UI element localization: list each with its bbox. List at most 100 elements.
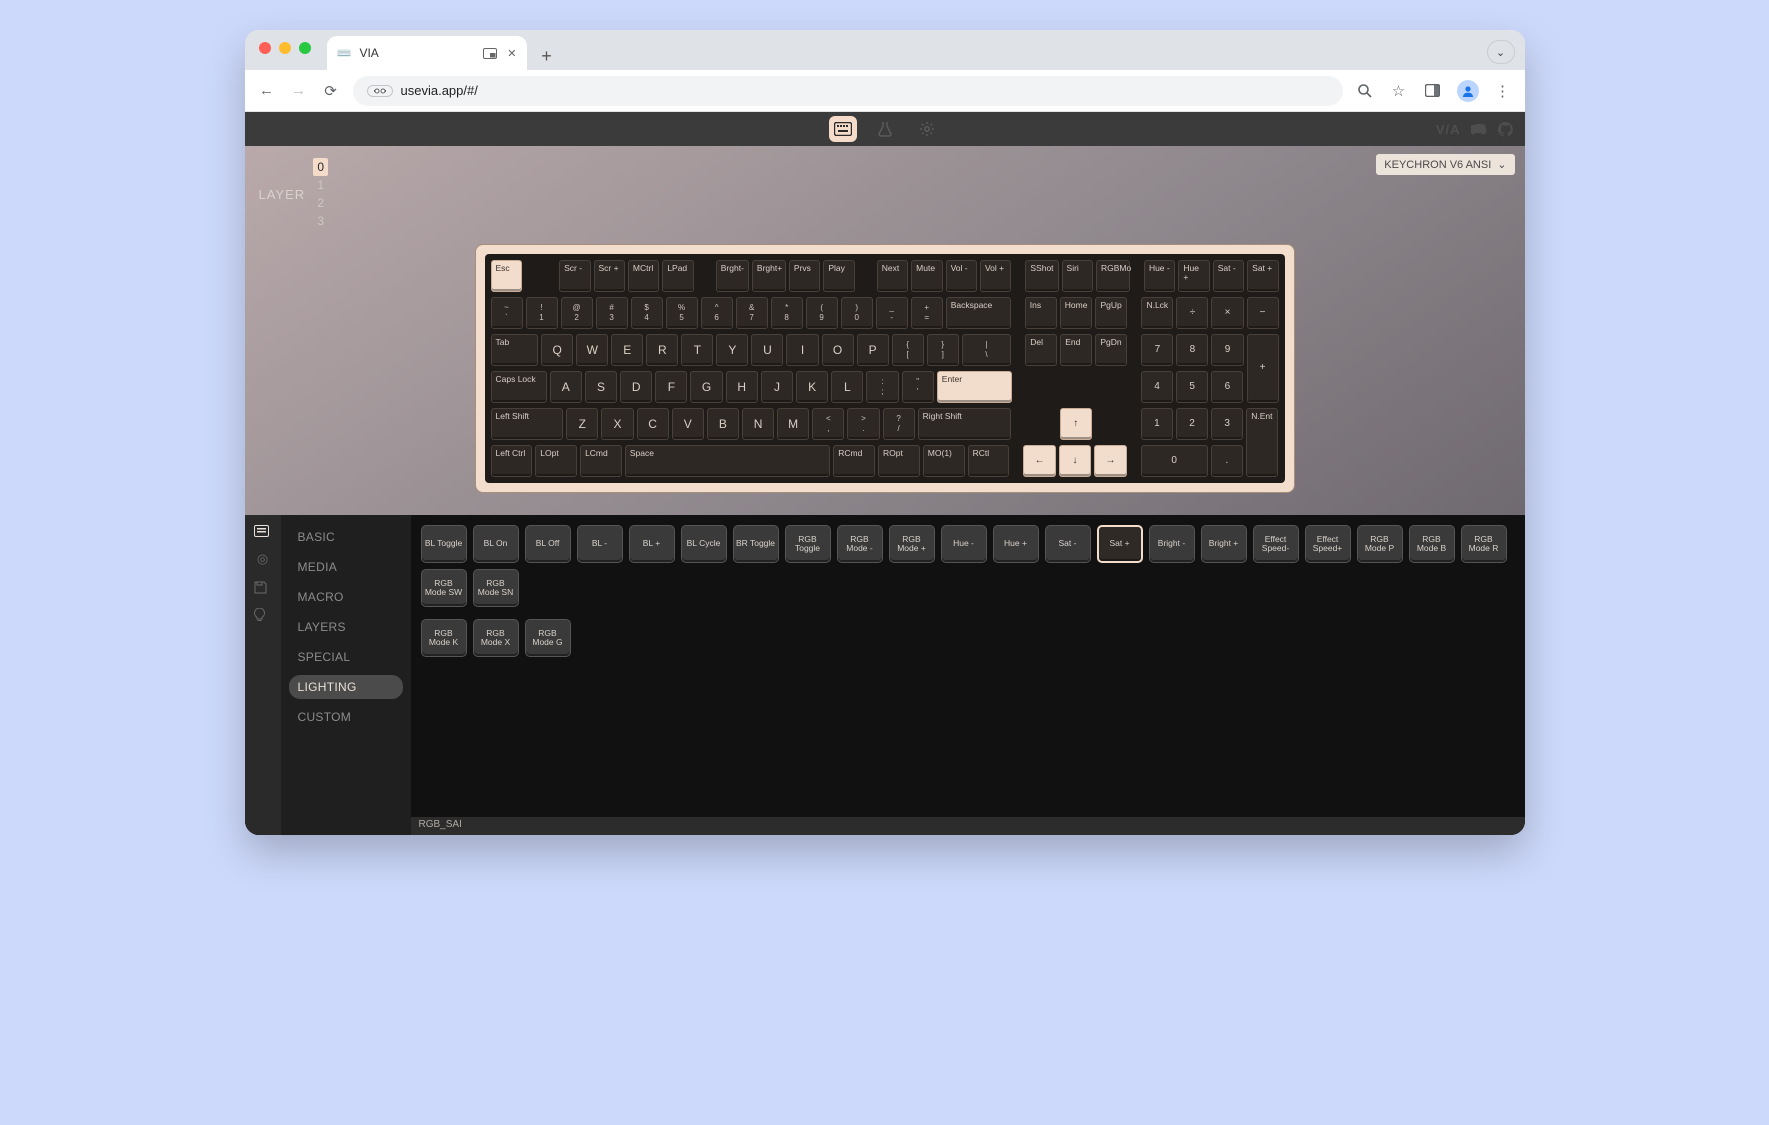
key-lpad[interactable]: LPad bbox=[662, 260, 693, 292]
zoom-icon[interactable] bbox=[1355, 81, 1375, 101]
key-s[interactable]: S bbox=[585, 371, 617, 403]
key-backspace[interactable]: Backspace bbox=[946, 297, 1011, 329]
discord-icon[interactable] bbox=[1471, 123, 1488, 136]
keycode-hue-[interactable]: Hue - bbox=[941, 525, 987, 563]
key-2[interactable]: 2 bbox=[1176, 408, 1208, 440]
keycode-bl-[interactable]: BL - bbox=[577, 525, 623, 563]
key-ropt[interactable]: ROpt bbox=[878, 445, 920, 477]
category-lighting[interactable]: LIGHTING bbox=[289, 675, 403, 699]
key-home[interactable]: Home bbox=[1060, 297, 1093, 329]
key-x[interactable]: X bbox=[601, 408, 633, 440]
key--[interactable]: × bbox=[1211, 297, 1243, 329]
category-custom[interactable]: CUSTOM bbox=[289, 705, 403, 729]
key-8[interactable]: *8 bbox=[771, 297, 803, 329]
category-basic[interactable]: BASIC bbox=[289, 525, 403, 549]
key-j[interactable]: J bbox=[761, 371, 793, 403]
key--[interactable]: :; bbox=[866, 371, 898, 403]
key--[interactable]: _- bbox=[876, 297, 908, 329]
category-layers[interactable]: LAYERS bbox=[289, 615, 403, 639]
key-0[interactable]: )0 bbox=[841, 297, 873, 329]
key-q[interactable]: Q bbox=[541, 334, 573, 366]
key-4[interactable]: $4 bbox=[631, 297, 663, 329]
key-scr-[interactable]: Scr + bbox=[594, 260, 625, 292]
key-rctl[interactable]: RCtl bbox=[968, 445, 1010, 477]
key-k[interactable]: K bbox=[796, 371, 828, 403]
keycode-rgb-mode-sn[interactable]: RGB Mode SN bbox=[473, 569, 519, 607]
key-pgup[interactable]: PgUp bbox=[1095, 297, 1127, 329]
keycode-rgb-mode-[interactable]: RGB Mode + bbox=[889, 525, 935, 563]
key--[interactable]: ↑ bbox=[1060, 408, 1092, 440]
key-sshot[interactable]: SShot bbox=[1025, 260, 1058, 292]
keycode-rgb-mode-g[interactable]: RGB Mode G bbox=[525, 619, 571, 657]
key--[interactable]: ← bbox=[1023, 445, 1055, 477]
key--[interactable]: ?/ bbox=[883, 408, 915, 440]
key--[interactable]: {[ bbox=[892, 334, 924, 366]
key-mo-1-[interactable]: MO(1) bbox=[923, 445, 965, 477]
category-media[interactable]: MEDIA bbox=[289, 555, 403, 579]
key-lopt[interactable]: LOpt bbox=[535, 445, 577, 477]
key-mctrl[interactable]: MCtrl bbox=[628, 260, 659, 292]
maximize-window-button[interactable] bbox=[299, 42, 311, 54]
key-caps-lock[interactable]: Caps Lock bbox=[491, 371, 547, 403]
keycode-bright-[interactable]: Bright - bbox=[1149, 525, 1195, 563]
keycode-br-toggle[interactable]: BR Toggle bbox=[733, 525, 779, 563]
key-vol-[interactable]: Vol + bbox=[980, 260, 1011, 292]
key-mute[interactable]: Mute bbox=[911, 260, 942, 292]
profile-avatar[interactable] bbox=[1457, 80, 1479, 102]
key-z[interactable]: Z bbox=[566, 408, 598, 440]
lighting-rail-icon[interactable] bbox=[254, 608, 272, 623]
key-2[interactable]: @2 bbox=[561, 297, 593, 329]
keycode-rgb-toggle[interactable]: RGB Toggle bbox=[785, 525, 831, 563]
category-macro[interactable]: MACRO bbox=[289, 585, 403, 609]
key-3[interactable]: 3 bbox=[1211, 408, 1243, 440]
key-6[interactable]: ^6 bbox=[701, 297, 733, 329]
keycode-effect-speed-[interactable]: Effect Speed+ bbox=[1305, 525, 1351, 563]
key--[interactable]: <, bbox=[812, 408, 844, 440]
key-prvs[interactable]: Prvs bbox=[789, 260, 820, 292]
close-tab-icon[interactable]: ✕ bbox=[507, 47, 516, 60]
key-o[interactable]: O bbox=[822, 334, 854, 366]
save-rail-icon[interactable] bbox=[254, 581, 272, 594]
test-tab-icon[interactable] bbox=[871, 116, 899, 142]
kebab-menu-icon[interactable]: ⋮ bbox=[1493, 81, 1513, 101]
layer-3[interactable]: 3 bbox=[313, 212, 328, 230]
settings-tab-icon[interactable] bbox=[913, 116, 941, 142]
pip-icon[interactable] bbox=[483, 48, 497, 59]
key-y[interactable]: Y bbox=[716, 334, 748, 366]
keycode-effect-speed-[interactable]: Effect Speed- bbox=[1253, 525, 1299, 563]
key--[interactable]: − bbox=[1247, 297, 1279, 329]
back-button[interactable]: ← bbox=[257, 81, 277, 101]
bookmark-icon[interactable]: ☆ bbox=[1389, 81, 1409, 101]
key-g[interactable]: G bbox=[690, 371, 722, 403]
keycode-bl-[interactable]: BL + bbox=[629, 525, 675, 563]
site-settings-icon[interactable] bbox=[367, 85, 393, 97]
key-c[interactable]: C bbox=[637, 408, 669, 440]
layer-1[interactable]: 1 bbox=[313, 176, 328, 194]
key-8[interactable]: 8 bbox=[1176, 334, 1208, 366]
key--[interactable]: ~` bbox=[491, 297, 523, 329]
key-f[interactable]: F bbox=[655, 371, 687, 403]
key-left-ctrl[interactable]: Left Ctrl bbox=[491, 445, 533, 477]
key-l[interactable]: L bbox=[831, 371, 863, 403]
key--[interactable]: |\ bbox=[962, 334, 1012, 366]
key-5[interactable]: %5 bbox=[666, 297, 698, 329]
reload-button[interactable]: ⟳ bbox=[321, 81, 341, 101]
keycode-bl-on[interactable]: BL On bbox=[473, 525, 519, 563]
keycode-bright-[interactable]: Bright + bbox=[1201, 525, 1247, 563]
key--[interactable]: . bbox=[1211, 445, 1243, 477]
key-1[interactable]: 1 bbox=[1141, 408, 1173, 440]
key-t[interactable]: T bbox=[681, 334, 713, 366]
key-hue-[interactable]: Hue + bbox=[1178, 260, 1209, 292]
key-rgbmo[interactable]: RGBMo bbox=[1096, 260, 1130, 292]
device-selector[interactable]: KEYCHRON V6 ANSI ⌄ bbox=[1376, 154, 1514, 175]
keycode-rgb-mode-p[interactable]: RGB Mode P bbox=[1357, 525, 1403, 563]
key-sat-[interactable]: Sat - bbox=[1213, 260, 1244, 292]
key-next[interactable]: Next bbox=[877, 260, 908, 292]
key-n[interactable]: N bbox=[742, 408, 774, 440]
key-u[interactable]: U bbox=[751, 334, 783, 366]
configure-tab-icon[interactable] bbox=[829, 116, 857, 142]
key-7[interactable]: &7 bbox=[736, 297, 768, 329]
key-brght-[interactable]: Brght+ bbox=[752, 260, 786, 292]
close-window-button[interactable] bbox=[259, 42, 271, 54]
record-rail-icon[interactable]: ◎ bbox=[254, 551, 272, 567]
